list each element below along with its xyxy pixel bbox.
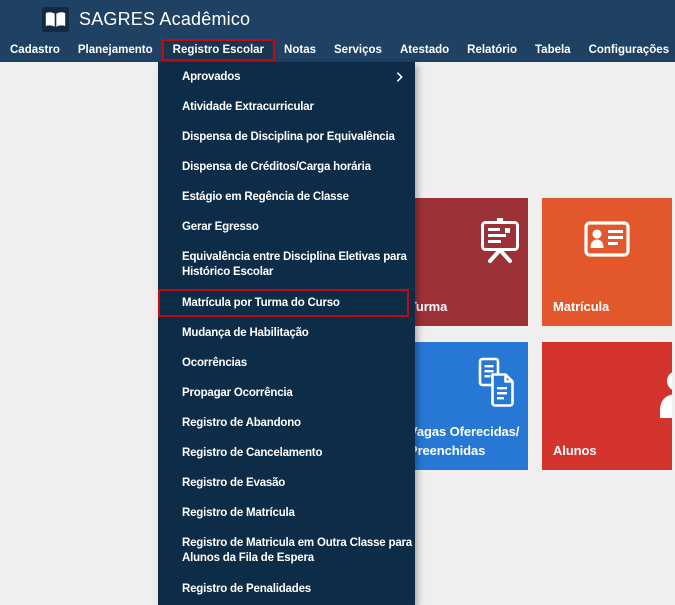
menu-item-registro-de-matricula-em-outra-classe-para[interactable]: Registro de Matricula em Outra Classe pa… — [158, 528, 415, 574]
menu-item-label: Registro de Cancelamento — [182, 446, 322, 461]
menubar-item-cadastro[interactable]: Cadastro — [0, 38, 69, 62]
menu-item-registro-de-abandono[interactable]: Registro de Abandono — [158, 408, 415, 438]
menu-item-label: Dispensa de Disciplina por Equivalência — [182, 130, 395, 145]
menu-item-registro-de-cancelamento[interactable]: Registro de Cancelamento — [158, 438, 415, 468]
menu-item-label: Registro de Abandono — [182, 416, 301, 431]
tile-matricula[interactable]: Matrícula — [542, 198, 672, 326]
menu-item-label: Registro de Evasão — [182, 476, 285, 491]
menu-item-aprovados[interactable]: Aprovados — [158, 62, 415, 92]
tile-label-line: Preenchidas — [409, 441, 519, 460]
menu-item-label: Gerar Egresso — [182, 220, 259, 235]
presentation-board-icon — [480, 218, 520, 264]
menu-item-mudanca-de-habilitacao[interactable]: Mudança de Habilitação — [158, 318, 415, 348]
menubar-item-label: Notas — [284, 44, 316, 56]
menu-item-label: Registro de Penalidades — [182, 582, 311, 597]
menubar-item-notas[interactable]: Notas — [275, 38, 325, 62]
menubar-item-atestado[interactable]: Atestado — [391, 38, 458, 62]
menubar-item-label: Serviços — [334, 44, 382, 56]
menubar-item-label: Cadastro — [10, 44, 60, 56]
chevron-right-icon — [396, 72, 403, 83]
menu-item-label: Registro de Matrícula — [182, 506, 295, 521]
app-window: SAGRES Acadêmico Cadastro Planejamento Reg… — [0, 0, 675, 605]
menu-item-matricula-por-turma-do-curso[interactable]: Matrícula por Turma do Curso — [158, 288, 415, 318]
app-header: SAGRES Acadêmico — [0, 0, 675, 38]
tile-label: Vagas Oferecidas/Preenchidas — [409, 422, 519, 460]
menu-item-equivalencia-entre-disciplina-eletivas-para[interactable]: Equivalência entre Disciplina Eletivas p… — [158, 242, 415, 288]
menu-item-label: Ocorrências — [182, 356, 247, 371]
menu-item-gerar-egresso[interactable]: Gerar Egresso — [158, 212, 415, 242]
app-logo — [42, 7, 69, 32]
tile-turma[interactable]: Turma — [398, 198, 528, 326]
content-area: Turma Matrícula Vagas Oferecidas/Preench… — [0, 62, 675, 605]
menu-item-registro-de-matricula[interactable]: Registro de Matrícula — [158, 498, 415, 528]
tile-label: Matrícula — [553, 297, 609, 316]
menubar-item-label: Atestado — [400, 44, 449, 56]
tile-alunos[interactable]: Alunos — [542, 342, 672, 470]
registro-escolar-dropdown-menu: Aprovados Atividade Extracurricular Dispen… — [158, 62, 415, 605]
menu-item-dispensa-de-disciplina-por-equivalencia[interactable]: Dispensa de Disciplina por Equivalência — [158, 122, 415, 152]
menubar-item-servicos[interactable]: Serviços — [325, 38, 391, 62]
menubar-item-registro-escolar[interactable]: Registro Escolar — [162, 39, 275, 61]
menubar-item-planejamento[interactable]: Planejamento — [69, 38, 162, 62]
tile-label-line: Matrícula — [553, 297, 609, 316]
menubar-item-label: Tabela — [535, 44, 571, 56]
open-book-icon — [45, 11, 66, 28]
menubar-item-label: Relatório — [467, 44, 517, 56]
tile-label-line: Alunos — [553, 441, 596, 460]
menu-item-dispensa-de-creditos-carga-horaria[interactable]: Dispensa de Créditos/Carga horária — [158, 152, 415, 182]
menubar-item-relatorio[interactable]: Relatório — [458, 38, 526, 62]
menu-item-label: Dispensa de Créditos/Carga horária — [182, 160, 371, 175]
menu-item-registro-de-penalidades[interactable]: Registro de Penalidades — [158, 574, 415, 604]
menu-item-registro-de-evasao[interactable]: Registro de Evasão — [158, 468, 415, 498]
id-card-icon — [584, 221, 630, 257]
menu-item-label: Equivalência entre Disciplina Eletivas p… — [182, 250, 407, 280]
menubar: Cadastro Planejamento Registro Escolar Nota… — [0, 38, 675, 62]
stacked-documents-icon — [478, 357, 516, 407]
menubar-item-configuracoes[interactable]: Configurações — [580, 38, 675, 62]
menu-item-estagio-em-regencia-de-classe[interactable]: Estágio em Regência de Classe — [158, 182, 415, 212]
menu-item-ocorrencias[interactable]: Ocorrências — [158, 348, 415, 378]
menu-item-label: Registro de Matricula em Outra Classe pa… — [182, 536, 412, 566]
menu-item-label: Estágio em Regência de Classe — [182, 190, 349, 205]
tile-vagas[interactable]: Vagas Oferecidas/Preenchidas — [398, 342, 528, 470]
person-icon — [659, 370, 672, 418]
menu-item-propagar-ocorrencia[interactable]: Propagar Ocorrência — [158, 378, 415, 408]
menu-item-label: Propagar Ocorrência — [182, 386, 293, 401]
menu-item-label: Matrícula por Turma do Curso — [182, 296, 340, 311]
menu-item-label: Atividade Extracurricular — [182, 100, 314, 115]
menubar-item-label: Planejamento — [78, 44, 153, 56]
menubar-item-tabela[interactable]: Tabela — [526, 38, 580, 62]
menubar-item-label: Registro Escolar — [173, 44, 264, 56]
menu-item-atividade-extracurricular[interactable]: Atividade Extracurricular — [158, 92, 415, 122]
menubar-item-label: Configurações — [589, 44, 670, 56]
app-title: SAGRES Acadêmico — [79, 0, 250, 38]
tile-label-line: Vagas Oferecidas/ — [409, 422, 519, 441]
menu-item-label: Mudança de Habilitação — [182, 326, 309, 341]
menu-item-label: Aprovados — [182, 70, 240, 85]
tile-label: Alunos — [553, 441, 596, 460]
